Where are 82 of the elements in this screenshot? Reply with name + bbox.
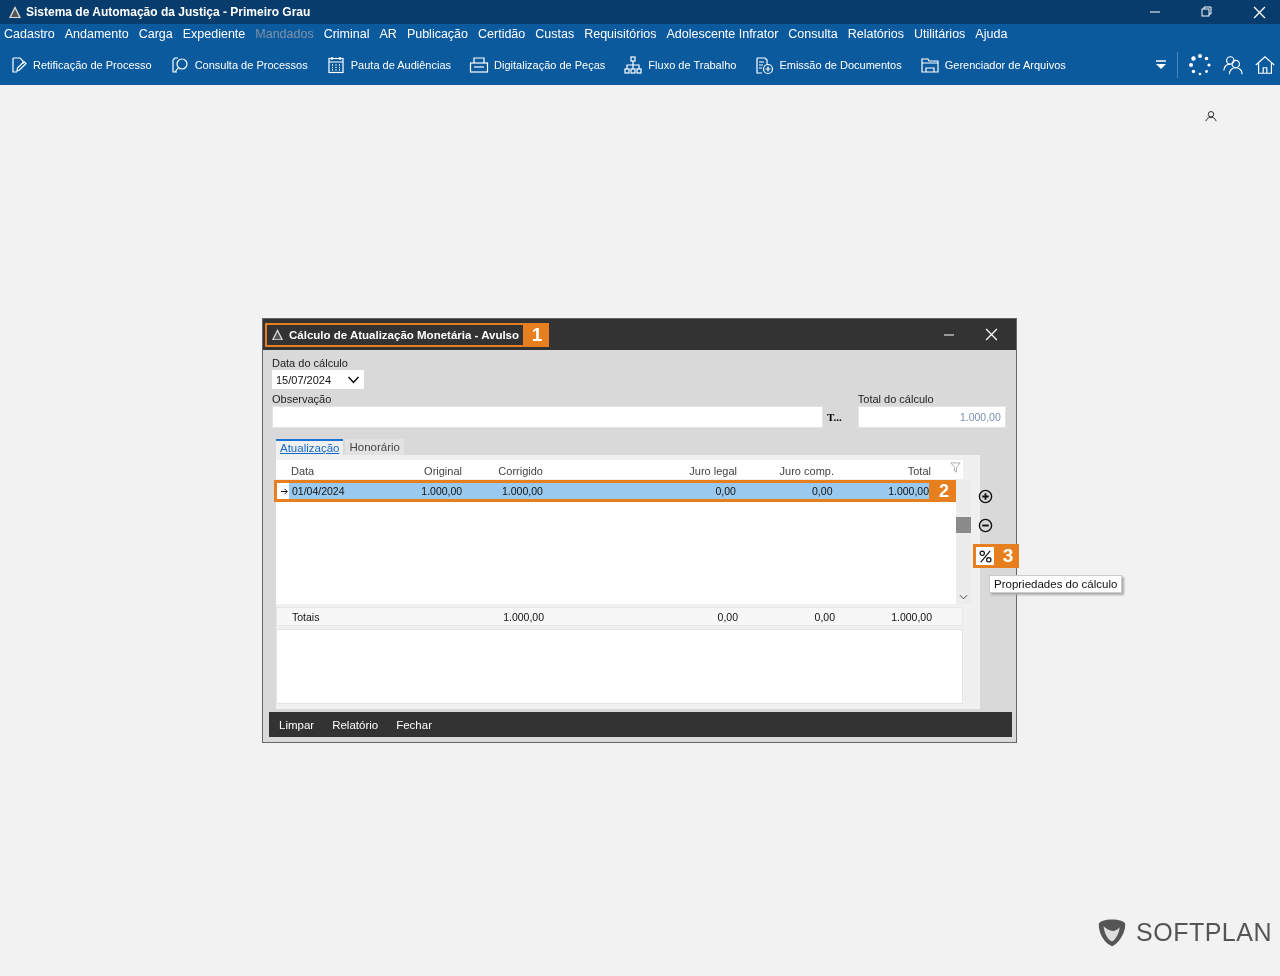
menu-item[interactable]: Carga [138, 27, 173, 41]
logo-text: SOFTPLAN [1136, 917, 1272, 947]
toolbar-button[interactable]: Consulta de Processos [167, 54, 310, 75]
menu-item[interactable]: Custas [535, 27, 575, 41]
menu-item[interactable]: Ajuda [975, 27, 1008, 41]
toolbar-button[interactable]: Digitalização de Peças [467, 54, 608, 75]
toolbar-button[interactable]: Fluxo de Trabalho [621, 54, 739, 75]
close-icon[interactable] [1253, 5, 1266, 19]
total-field: 1.000,00 [857, 406, 1006, 428]
menu-item[interactable]: Utilitários [913, 27, 966, 41]
column-header[interactable]: Original [391, 465, 462, 477]
dropdown-icon[interactable] [1155, 59, 1167, 70]
totals-label: Totais [292, 610, 321, 623]
loading-icon[interactable] [1188, 52, 1212, 77]
menu-item[interactable]: Criminal [323, 27, 370, 41]
window-title: Sistema de Automação da Justiça - Primeiro Grau [26, 5, 311, 19]
menu-item[interactable]: Consulta [788, 27, 838, 41]
scrollbar[interactable] [956, 480, 971, 605]
footer-button[interactable]: Relatório [332, 718, 379, 731]
user-icon[interactable] [1205, 110, 1217, 122]
users-icon[interactable] [1222, 53, 1244, 76]
search-icon [169, 54, 190, 75]
footer-button[interactable]: Limpar [279, 718, 315, 731]
chevron-down-icon[interactable] [347, 375, 360, 384]
table-cell-text: 0,00 [714, 485, 736, 497]
callout-number: 1 [525, 322, 550, 347]
remove-icon [977, 517, 993, 533]
menu-item[interactable]: Requisitórios [584, 27, 657, 41]
menu-item[interactable]: Relatórios [847, 27, 904, 41]
total-cell-text: 1.000,00 [890, 610, 932, 623]
field-label: Total do cálculo [857, 392, 935, 406]
tooltip: Propriedades do cálculo [989, 575, 1123, 593]
toolbar-button[interactable]: Retificação de Processo [6, 54, 154, 75]
restore-icon[interactable] [1201, 6, 1213, 18]
callout-number: 3 [997, 544, 1019, 568]
column-header[interactable]: Corrigido [462, 465, 543, 477]
tab[interactable]: Honorário [345, 439, 404, 455]
text-button[interactable]: T... [825, 411, 844, 423]
toolbar-button[interactable]: Emissão de Documentos [752, 54, 904, 75]
menu-item[interactable]: Publicação [406, 27, 469, 41]
menu-item[interactable]: Adolescente Infrator [666, 27, 779, 41]
total-cell-text: 1.000,00 [502, 610, 544, 623]
icon-button[interactable] [973, 544, 997, 568]
flowchart-icon [623, 54, 644, 75]
table-row[interactable]: 01/04/2024 1.000,00 1.000,00 0,00 0,00 1.000,00 [274, 480, 932, 502]
toolbar-button[interactable]: Gerenciador de Arquivos [917, 54, 1068, 75]
add-icon [977, 488, 993, 504]
table-cell-text: 1.000,00 [500, 485, 543, 497]
close-icon[interactable] [985, 328, 998, 341]
total-cell-text: 0,00 [716, 610, 738, 623]
menu-item[interactable]: Expediente [182, 27, 246, 41]
column-header[interactable]: Data [291, 465, 391, 477]
field-label: Observação [272, 392, 333, 406]
table-cell-text: 1.000,00 [420, 485, 463, 497]
document-add-icon [754, 54, 775, 75]
table-cell-text: 0,00 [811, 485, 833, 497]
app-logo-icon [8, 5, 22, 19]
field-label: Data do cálculo [272, 356, 348, 370]
column-header[interactable]: Juro legal [543, 465, 737, 477]
percent-icon [977, 548, 993, 564]
menu-item[interactable]: Cadastro [4, 27, 55, 41]
date-field[interactable]: 15/07/2024 [272, 370, 364, 389]
total-cell-text: 0,00 [813, 610, 835, 623]
dialog-title: Cálculo de Atualização Monetária - Avulso [289, 328, 520, 341]
toolbar-button[interactable]: Pauta de Audiências [323, 54, 454, 75]
scrollbar-thumb[interactable] [956, 517, 971, 533]
footer-button[interactable]: Fechar [396, 718, 432, 731]
menu-item[interactable]: AR [379, 27, 397, 41]
table-cell-text: 1.000,00 [887, 485, 929, 497]
memo-field[interactable] [276, 629, 963, 704]
home-icon[interactable] [1254, 53, 1276, 76]
column-header[interactable]: Juro comp. [737, 465, 834, 477]
observation-field[interactable] [272, 406, 823, 428]
scanner-icon [469, 54, 490, 75]
app-logo-icon [271, 328, 284, 341]
menu-item[interactable]: Andamento [64, 27, 129, 41]
calendar-icon [325, 54, 346, 75]
tab[interactable]: Atualização [276, 439, 344, 455]
column-header[interactable]: Total [834, 465, 931, 477]
table-cell-text: 01/04/2024 [292, 485, 346, 497]
menu-item[interactable]: Certidão [478, 27, 526, 41]
callout-number: 2 [932, 480, 956, 502]
